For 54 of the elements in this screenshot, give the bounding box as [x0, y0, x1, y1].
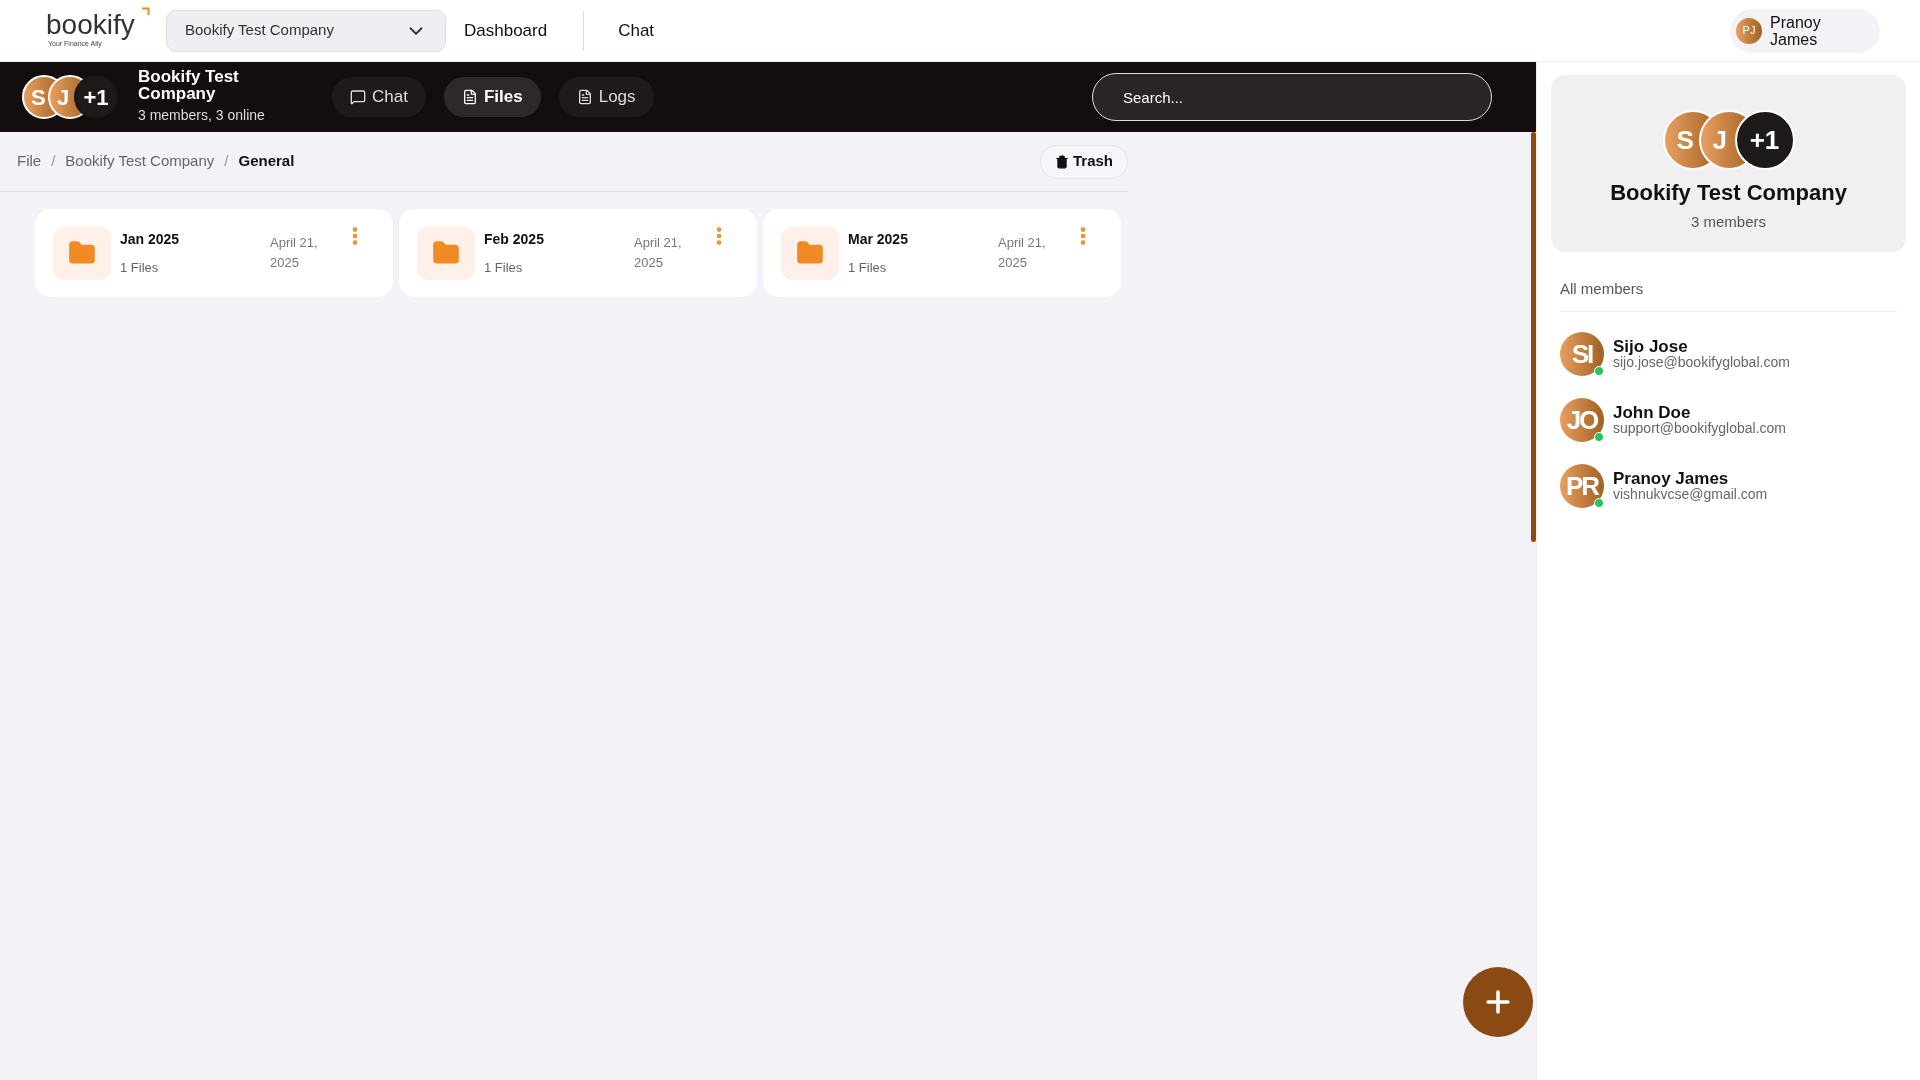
logo-wordmark: bookify: [46, 11, 135, 40]
chat-bubble-icon: [350, 89, 366, 105]
member-avatar: PR: [1560, 464, 1604, 508]
folder-icon: [68, 239, 96, 267]
nav-link[interactable]: Chat: [618, 17, 655, 44]
company-select[interactable]: Bookify Test Company: [166, 9, 446, 52]
file-count: 1 Files: [120, 258, 160, 277]
section-heading: All members: [1560, 280, 1644, 297]
folder-icon: [432, 239, 460, 267]
tab[interactable]: Chat: [332, 77, 426, 117]
member-email: sijo.jose@bookifyglobal.com: [1613, 355, 1790, 370]
member-name: Sijo Jose: [1613, 338, 1688, 355]
tab[interactable]: Files: [443, 77, 541, 117]
folder-name: Mar 2025: [848, 229, 909, 249]
member-email: vishnukvcse@gmail.com: [1613, 487, 1768, 502]
breadcrumb-link[interactable]: File: [17, 150, 42, 173]
more-members-badge: +1: [1734, 110, 1795, 170]
user-avatar: PJ: [1736, 17, 1762, 44]
breadcrumb-separator: /: [224, 151, 229, 172]
member-name: John Doe: [1613, 404, 1692, 421]
nav-link[interactable]: Dashboard: [464, 17, 548, 44]
folder-name: Jan 2025: [120, 229, 181, 249]
folder-card[interactable]: Feb 2025 1 Files April 21, 2025: [399, 209, 757, 297]
breadcrumb-link[interactable]: Bookify Test Company: [65, 150, 215, 173]
trash-icon: [1054, 154, 1069, 169]
document-icon: [576, 89, 593, 105]
more-members-badge: +1: [74, 75, 118, 119]
current-folder-label: General: [238, 151, 295, 172]
folder-name: Feb 2025: [484, 229, 545, 249]
file-count: 1 Files: [484, 258, 524, 277]
user-name: Pranoy James: [1770, 13, 1822, 48]
member-avatar: JO: [1560, 398, 1604, 442]
logo-corner-icon: [141, 7, 150, 17]
member-avatar: SI: [1560, 332, 1604, 376]
folder-date: April 21, 2025: [998, 234, 1047, 272]
member-item[interactable]: SI Sijo Jose sijo.jose@bookifyglobal.com: [1560, 332, 1906, 376]
tab[interactable]: Logs: [558, 77, 654, 117]
folder-date: April 21, 2025: [634, 234, 683, 272]
folder-date: April 21, 2025: [270, 234, 319, 272]
group-card-title: Bookify Test Company: [1610, 179, 1847, 207]
folder-card[interactable]: Mar 2025 1 Files April 21, 2025: [763, 209, 1121, 297]
search-field[interactable]: Search...: [1092, 73, 1492, 121]
breadcrumb-separator: /: [51, 151, 56, 172]
member-name: Pranoy James: [1613, 470, 1729, 487]
document-icon: [461, 89, 478, 105]
group-subtitle: 3 members, 3 online: [138, 106, 266, 125]
file-count: 1 Files: [848, 258, 888, 277]
member-item[interactable]: JO John Doe support@bookifyglobal.com: [1560, 398, 1906, 442]
group-card-subtitle: 3 members: [1691, 212, 1766, 232]
folder-icon: [796, 239, 824, 267]
group-title: Bookify Test Company: [138, 68, 240, 102]
folder-card[interactable]: Jan 2025 1 Files April 21, 2025: [35, 209, 393, 297]
member-email: support@bookifyglobal.com: [1613, 421, 1786, 436]
trash-button[interactable]: Trash: [1039, 144, 1128, 179]
